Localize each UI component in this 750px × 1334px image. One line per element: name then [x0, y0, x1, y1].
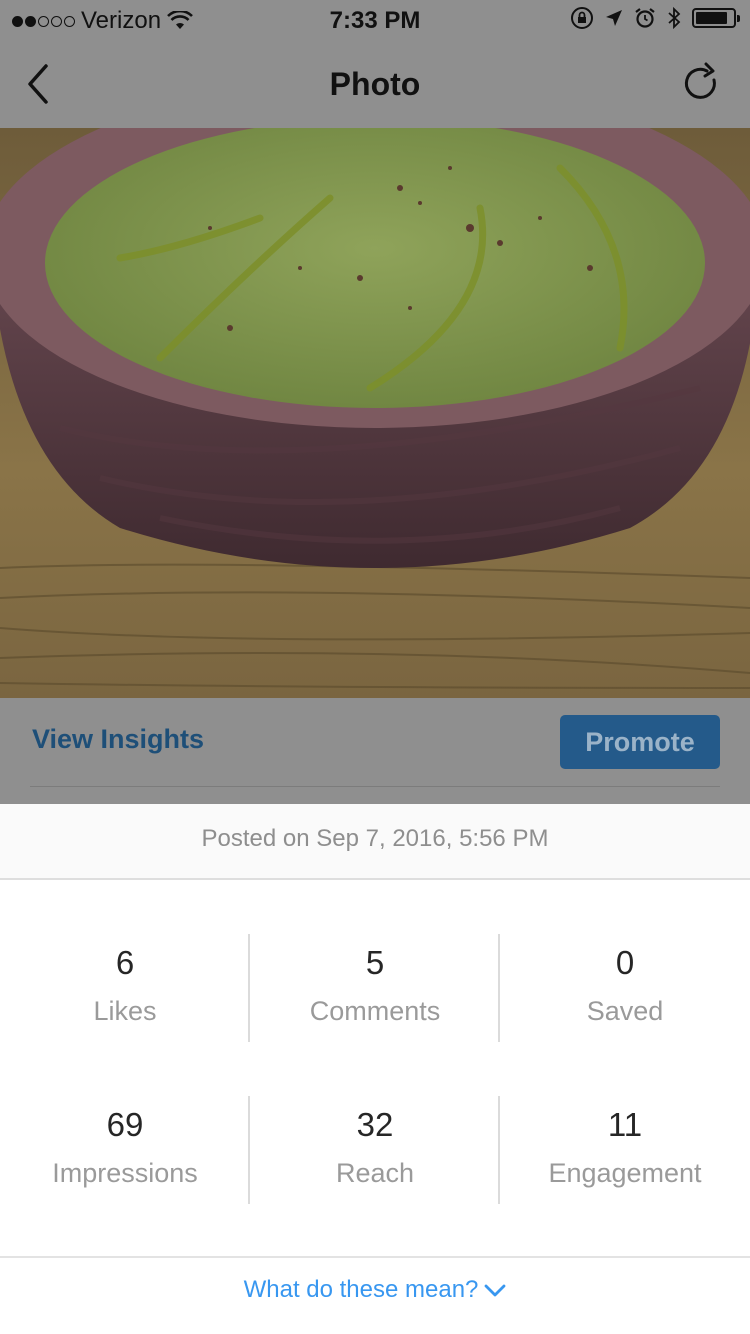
post-photo[interactable]: [0, 128, 750, 698]
status-bar: Verizon 7:33 PM: [0, 0, 750, 40]
promote-button[interactable]: Promote: [560, 715, 720, 769]
stat-label: Saved: [586, 996, 664, 1026]
stat-value: 11: [607, 1106, 643, 1143]
orientation-lock-icon: [571, 7, 593, 29]
stat-saved: 0 Saved: [500, 944, 750, 1027]
divider: [0, 1256, 750, 1258]
status-icons: [570, 6, 740, 30]
posted-date: Posted on Sep 7, 2016, 5:56 PM: [0, 804, 750, 880]
stat-impressions: 69 Impressions: [0, 1106, 250, 1189]
stat-label: Reach: [335, 1158, 415, 1188]
stat-value: 0: [615, 944, 635, 981]
action-row: View Insights Promote: [0, 698, 750, 804]
stat-label: Impressions: [52, 1158, 198, 1188]
stat-label: Engagement: [548, 1158, 702, 1188]
chevron-down-icon: [485, 1284, 506, 1297]
stat-likes: 6 Likes: [0, 944, 250, 1027]
nav-bar: Photo: [0, 40, 750, 129]
divider: [30, 786, 720, 787]
help-link-label: What do these mean?: [243, 1276, 479, 1303]
battery-icon: [692, 8, 740, 28]
stat-value: 32: [356, 1106, 394, 1143]
stat-value: 5: [365, 944, 385, 981]
soup-photo-image: [0, 128, 750, 698]
stat-engagement: 11 Engagement: [500, 1106, 750, 1189]
stat-label: Likes: [93, 996, 157, 1026]
alarm-icon: [635, 8, 655, 28]
stat-divider: [248, 934, 250, 1042]
stat-value: 6: [115, 944, 135, 981]
stat-divider: [248, 1096, 250, 1204]
stat-reach: 32 Reach: [250, 1106, 500, 1189]
bluetooth-icon: [668, 6, 681, 30]
page-title: Photo: [329, 66, 421, 102]
refresh-button[interactable]: [680, 62, 724, 106]
what-do-these-mean-link[interactable]: What do these mean?: [0, 1276, 750, 1304]
stat-divider: [498, 934, 500, 1042]
stat-value: 69: [106, 1106, 144, 1143]
refresh-icon: [684, 62, 716, 99]
location-arrow-icon: [606, 10, 622, 26]
stat-comments: 5 Comments: [250, 944, 500, 1027]
stat-divider: [498, 1096, 500, 1204]
view-insights-link[interactable]: View Insights: [32, 724, 204, 755]
stat-label: Comments: [309, 996, 441, 1026]
